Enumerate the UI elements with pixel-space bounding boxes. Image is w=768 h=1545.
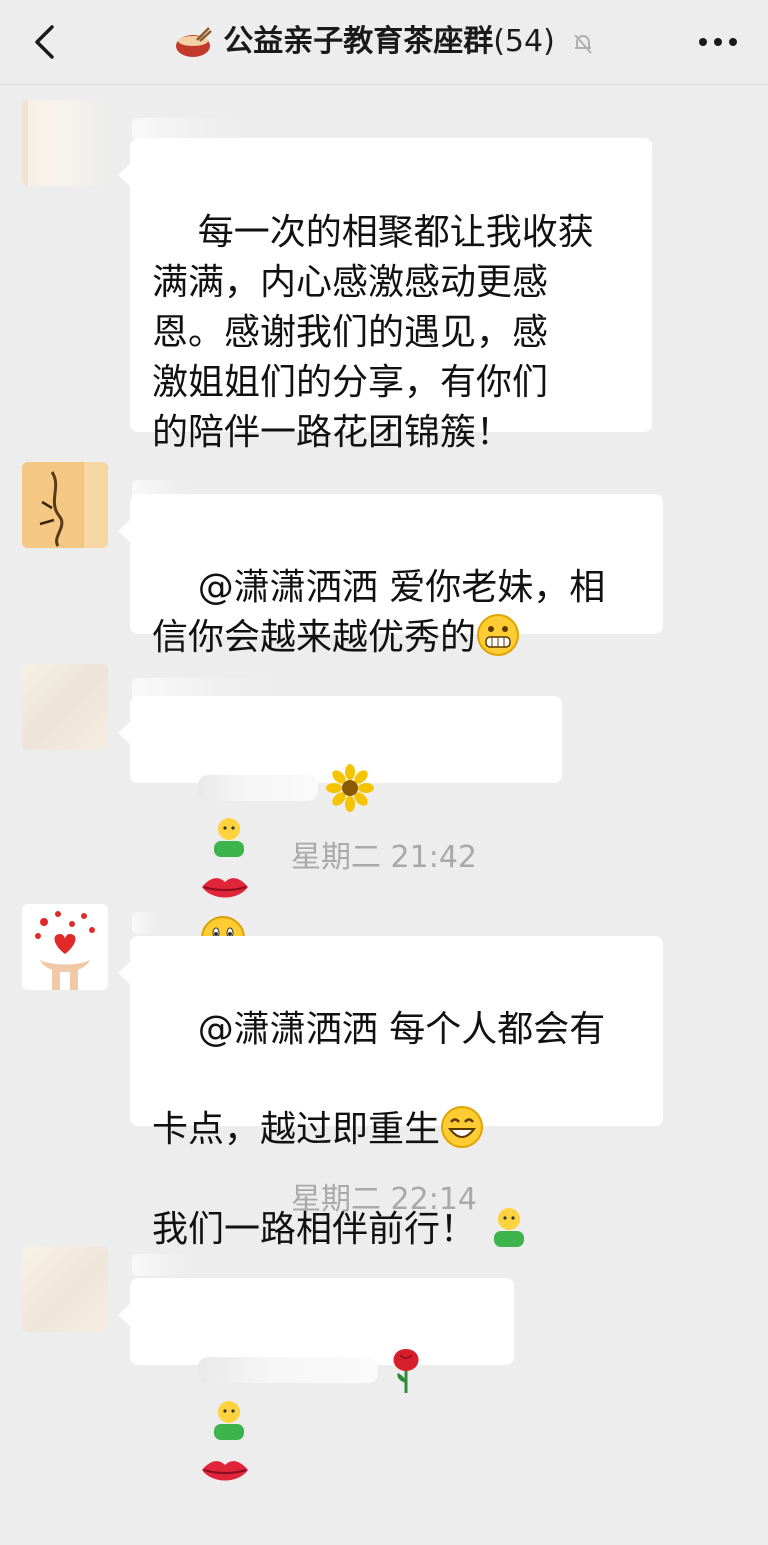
message-bubble[interactable] — [118, 696, 562, 960]
avatar[interactable] — [22, 462, 108, 548]
grinning-face-icon — [477, 614, 520, 656]
sender-name — [132, 1254, 202, 1276]
member-count: (54) — [493, 24, 555, 59]
message-bubble[interactable]: @潇潇洒洒 爱你老妹，相 信你会越来越优秀的 — [118, 494, 663, 658]
lips-icon — [201, 878, 248, 898]
hearts-hands-image — [35, 911, 95, 990]
timestamp: 星期二 21:42 — [291, 840, 477, 875]
sender-name — [132, 118, 242, 140]
person-icon — [213, 1401, 244, 1440]
bell-mute-icon — [574, 33, 592, 54]
chat-title-text: 公益亲子教育茶座群 — [223, 24, 494, 59]
chat-header: 公益亲子教育茶座群(54) — [0, 0, 768, 85]
more-button[interactable] — [696, 22, 740, 62]
lips-icon — [201, 1461, 248, 1481]
laughing-face-icon — [441, 1106, 484, 1148]
avatar[interactable] — [22, 904, 108, 990]
hotpot-icon — [175, 26, 212, 57]
avatar[interactable] — [22, 664, 108, 750]
message-text-line: 卡点，越过即重生 — [152, 1109, 441, 1150]
avatar[interactable] — [22, 1246, 108, 1332]
more-dots-icon — [699, 38, 737, 46]
message-text: 每一次的相聚都让我收获 满满，内心感激感动更感 恩。感谢我们的遇见，感 激姐姐们… — [152, 212, 594, 453]
calligraphy-image — [22, 462, 108, 548]
blurred-text — [197, 1357, 378, 1383]
sunflower-icon — [325, 764, 374, 812]
blurred-text — [197, 775, 318, 801]
timestamp: 星期二 22:14 — [291, 1182, 477, 1217]
message-bubble[interactable]: @潇潇洒洒 每个人都会有 卡点，越过即重生 我们一路相伴前行！ — [118, 936, 663, 1250]
message-text-line: @潇潇洒洒 每个人都会有 — [197, 1009, 606, 1050]
sender-name — [132, 912, 162, 934]
avatar[interactable] — [22, 100, 108, 186]
rose-icon — [393, 1349, 419, 1393]
message-bubble[interactable] — [118, 1278, 514, 1481]
chat-title: 公益亲子教育茶座群(54) — [0, 22, 768, 62]
message-text: @潇潇洒洒 爱你老妹，相 信你会越来越优秀的 — [152, 567, 606, 658]
message-bubble[interactable]: 每一次的相聚都让我收获 满满，内心感激感动更感 恩。感谢我们的遇见，感 激姐姐们… — [118, 138, 652, 453]
